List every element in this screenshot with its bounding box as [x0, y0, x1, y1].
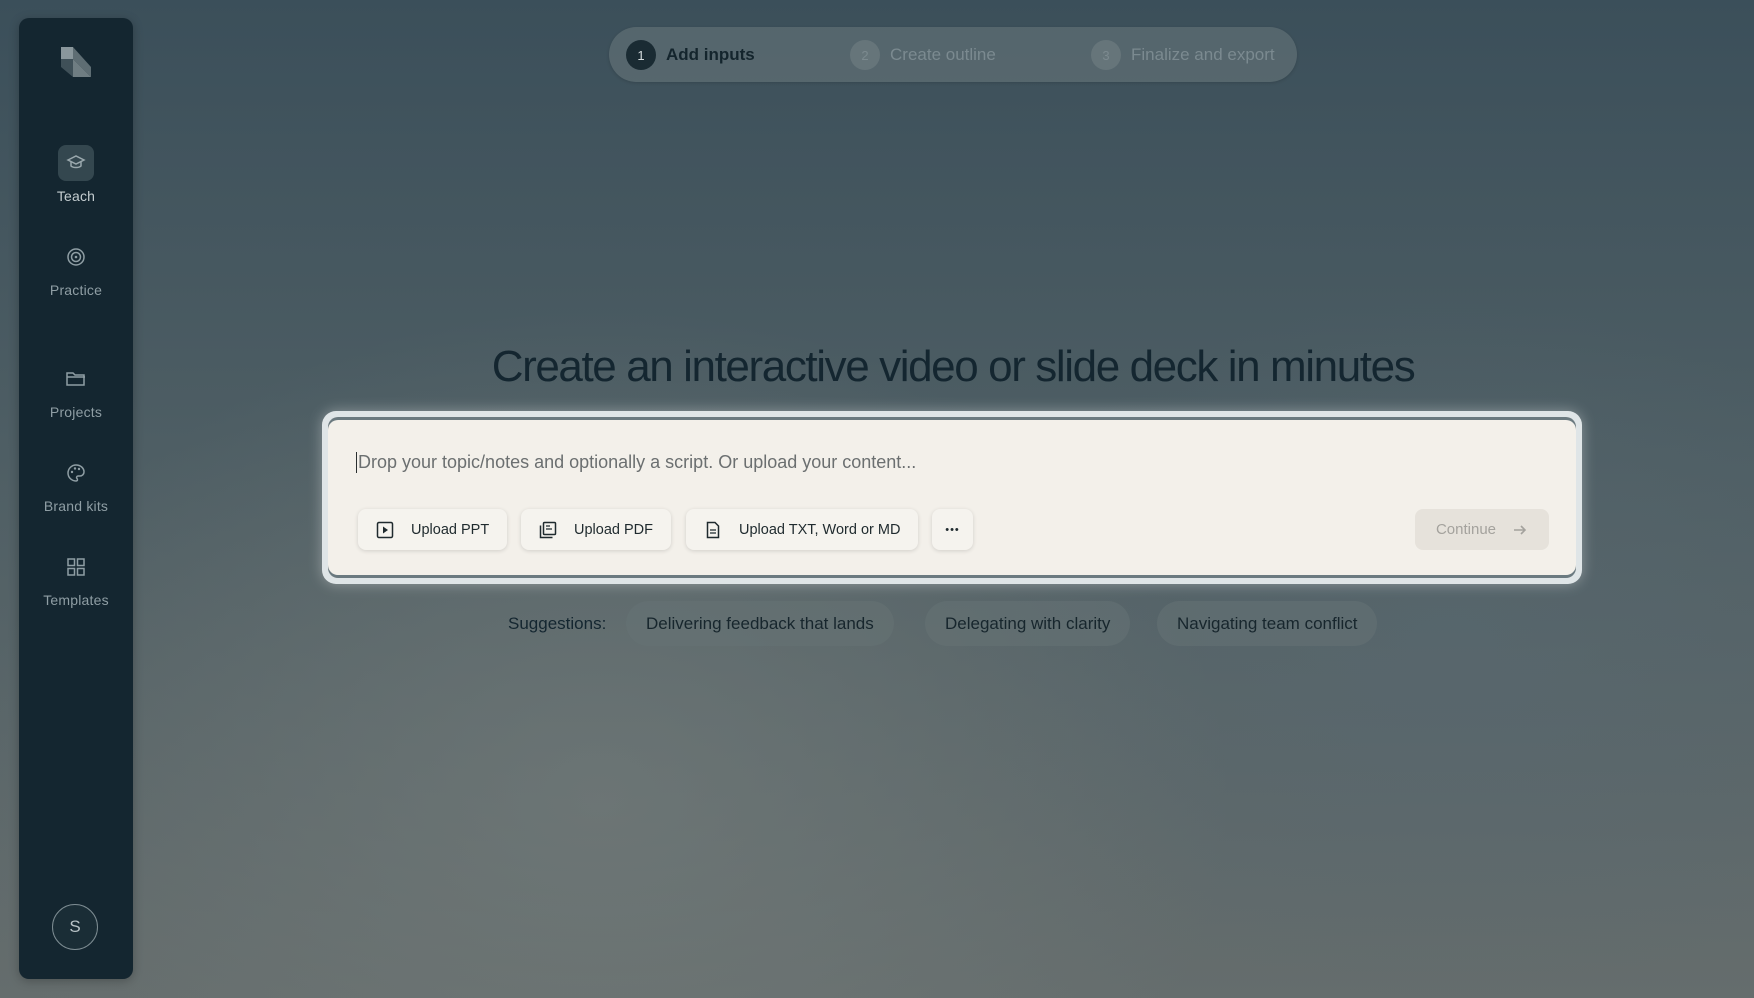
more-options-button[interactable]: •••	[932, 509, 973, 550]
step-add-inputs[interactable]: 1 Add inputs	[626, 40, 755, 70]
content-input-card: Drop your topic/notes and optionally a s…	[322, 411, 1582, 584]
upload-ppt-button[interactable]: Upload PPT	[358, 509, 508, 550]
page-title: Create an interactive video or slide dec…	[491, 342, 1416, 391]
pdf-file-icon	[539, 521, 557, 539]
grid-icon	[58, 549, 94, 585]
continue-label: Continue	[1435, 521, 1497, 538]
avatar[interactable]: S	[52, 904, 98, 950]
graduation-cap-icon	[58, 145, 94, 181]
progress-stepper: 1 Add inputs 2 Create outline 3 Finalize…	[609, 27, 1297, 82]
sidebar-item-label: Projects	[49, 404, 103, 420]
upload-pdf-label: Upload PDF	[574, 521, 653, 538]
arrow-right-icon	[1512, 522, 1528, 538]
palette-icon	[58, 455, 94, 491]
ellipsis-icon: •••	[945, 523, 960, 536]
sidebar-item-templates[interactable]: Templates	[19, 549, 133, 608]
sidebar-item-teach[interactable]: Teach	[19, 145, 133, 204]
sidebar-item-label: Templates	[43, 592, 109, 608]
step-label: Create outline	[890, 45, 996, 64]
step-finalize-and-export[interactable]: 3 Finalize and export	[1091, 40, 1275, 70]
suggestions-label: Suggestions:	[508, 614, 607, 633]
suggestion-chip-conflict[interactable]: Navigating team conflict	[1157, 601, 1378, 646]
suggestion-chip-feedback[interactable]: Delivering feedback that lands	[626, 601, 894, 646]
sidebar-item-brand-kits[interactable]: Brand kits	[19, 455, 133, 514]
sidebar-item-projects[interactable]: Projects	[19, 361, 133, 420]
content-input-inner: Drop your topic/notes and optionally a s…	[328, 417, 1576, 578]
play-box-icon	[376, 521, 394, 539]
upload-pdf-button[interactable]: Upload PDF	[521, 509, 671, 550]
suggestion-chip-delegating[interactable]: Delegating with clarity	[925, 601, 1131, 646]
step-label: Finalize and export	[1131, 45, 1275, 64]
step-number: 3	[1091, 40, 1121, 70]
step-create-outline[interactable]: 2 Create outline	[850, 40, 996, 70]
step-label: Add inputs	[666, 45, 755, 64]
target-icon	[58, 239, 94, 275]
topic-input[interactable]: Drop your topic/notes and optionally a s…	[356, 452, 916, 473]
upload-ppt-label: Upload PPT	[411, 521, 490, 538]
sidebar-item-label: Brand kits	[43, 498, 109, 514]
sidebar-item-label: Practice	[49, 282, 103, 298]
sidebar-item-practice[interactable]: Practice	[19, 239, 133, 298]
upload-txt-label: Upload TXT, Word or MD	[739, 521, 901, 538]
sidebar: Teach Practice Projects Brand kits Templ…	[19, 18, 133, 979]
continue-button[interactable]: Continue	[1415, 509, 1549, 550]
app-logo-icon[interactable]	[59, 45, 93, 79]
step-number: 2	[850, 40, 880, 70]
folder-icon	[58, 361, 94, 397]
sidebar-item-label: Teach	[56, 188, 96, 204]
upload-txt-word-md-button[interactable]: Upload TXT, Word or MD	[686, 509, 919, 550]
document-icon	[704, 521, 722, 539]
step-number: 1	[626, 40, 656, 70]
